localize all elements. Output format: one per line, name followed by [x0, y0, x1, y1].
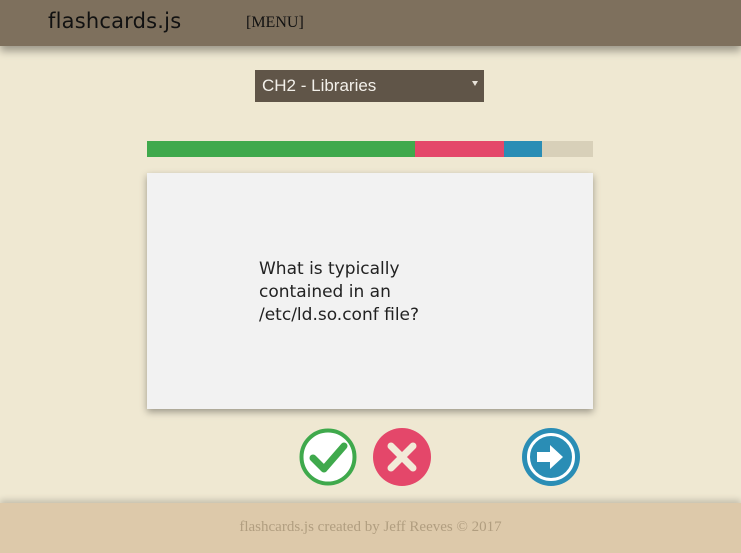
x-icon — [373, 428, 431, 486]
next-card-button[interactable] — [522, 428, 580, 486]
deck-select[interactable]: CH2 - Libraries — [255, 70, 484, 102]
app-title: flashcards.js — [48, 9, 182, 33]
menu-link[interactable]: [MENU] — [246, 14, 304, 32]
mark-wrong-button[interactable] — [373, 428, 431, 486]
arrow-right-icon — [522, 428, 580, 486]
check-icon — [299, 428, 357, 486]
progress-wrong-segment — [414, 141, 504, 157]
chevron-down-icon — [472, 81, 478, 86]
progress-bar — [147, 141, 593, 157]
mark-correct-button[interactable] — [299, 428, 357, 486]
footer-credit: flashcards.js created by Jeff Reeves © 2… — [239, 519, 502, 535]
deck-select-value: CH2 - Libraries — [262, 76, 377, 95]
flashcard[interactable]: What is typically contained in an /etc/l… — [147, 173, 593, 409]
footer: flashcards.js created by Jeff Reeves © 2… — [0, 503, 741, 553]
progress-correct-segment — [147, 141, 415, 157]
card-question: What is typically contained in an /etc/l… — [259, 259, 420, 325]
progress-current-segment — [503, 141, 542, 157]
top-bar: flashcards.js [MENU] — [0, 0, 741, 46]
